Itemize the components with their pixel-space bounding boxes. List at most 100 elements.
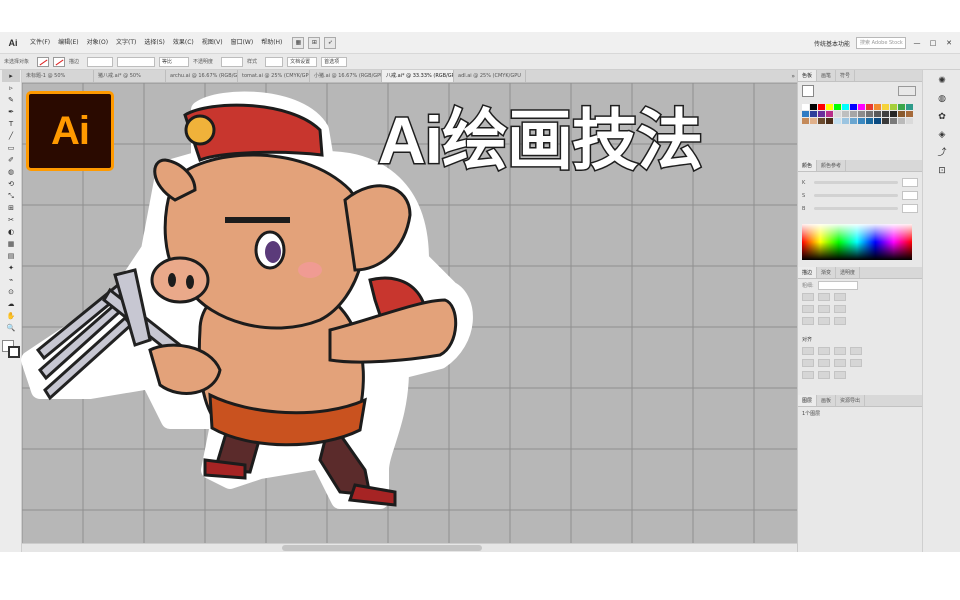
tab-swatches[interactable]: 色板: [798, 70, 818, 81]
swatch[interactable]: [810, 118, 817, 124]
slider-value-input[interactable]: [902, 191, 918, 200]
slider-track[interactable]: [814, 181, 898, 184]
scale-tool-icon[interactable]: ⤡: [2, 190, 20, 202]
swatch[interactable]: [802, 104, 809, 110]
swatch[interactable]: [866, 104, 873, 110]
swatch[interactable]: [818, 104, 825, 110]
graph-tool-icon[interactable]: ⌁: [2, 274, 20, 286]
free-transform-tool-icon[interactable]: ⊞: [2, 202, 20, 214]
mesh-tool-icon[interactable]: ▦: [2, 238, 20, 250]
swatch[interactable]: [882, 104, 889, 110]
direct-selection-tool-icon[interactable]: ▹: [2, 82, 20, 94]
brush-select[interactable]: 等比: [159, 56, 190, 67]
tab-brushes[interactable]: 画笔: [817, 70, 837, 81]
menu-object[interactable]: 对象(O): [83, 32, 112, 54]
slider-value-input[interactable]: [902, 178, 918, 187]
bridge-icon[interactable]: ▦: [292, 36, 305, 49]
tab-color[interactable]: 颜色: [798, 160, 818, 171]
stroke-weight-input[interactable]: [87, 56, 114, 67]
style-select[interactable]: [265, 56, 284, 67]
swatch[interactable]: [842, 111, 849, 117]
tab-transparency[interactable]: 透明度: [836, 267, 861, 278]
tab-color-guide[interactable]: 颜色参考: [817, 160, 847, 171]
doc-tab[interactable]: 小猪.ai @ 16.67% (RGB/GPU: [310, 70, 382, 82]
scroll-thumb[interactable]: [282, 545, 482, 551]
fill-swatch[interactable]: [37, 56, 50, 67]
join-button[interactable]: [834, 305, 846, 313]
cap-button[interactable]: [818, 293, 830, 301]
swatch[interactable]: [834, 111, 841, 117]
align-button[interactable]: [818, 347, 830, 355]
tab-gradient[interactable]: 渐变: [817, 267, 837, 278]
swatch[interactable]: [850, 118, 857, 124]
fill-stroke-indicator[interactable]: [2, 340, 20, 358]
menu-select[interactable]: 选择(S): [140, 32, 169, 54]
tab-stroke[interactable]: 描边: [798, 267, 818, 278]
swatch[interactable]: [866, 111, 873, 117]
join-button[interactable]: [802, 305, 814, 313]
color-slider-k[interactable]: K: [798, 176, 922, 189]
slider-value-input[interactable]: [902, 204, 918, 213]
align-button[interactable]: [834, 359, 846, 367]
swatch[interactable]: [882, 118, 889, 124]
swatch[interactable]: [882, 111, 889, 117]
align-button[interactable]: [818, 359, 830, 367]
preferences-button[interactable]: 首选项: [321, 56, 348, 67]
rotate-tool-icon[interactable]: ⟲: [2, 178, 20, 190]
swatch[interactable]: [810, 104, 817, 110]
stroke-swatch[interactable]: [53, 56, 66, 67]
align-button[interactable]: [818, 371, 830, 379]
blob-brush-tool-icon[interactable]: ◍: [2, 166, 20, 178]
align-button[interactable]: [802, 359, 814, 367]
menu-edit[interactable]: 编辑(E): [54, 32, 82, 54]
align-button[interactable]: [802, 347, 814, 355]
artboards-icon[interactable]: ⊡: [935, 164, 949, 178]
menu-effect[interactable]: 效果(C): [169, 32, 198, 54]
align-button[interactable]: [802, 371, 814, 379]
swatch[interactable]: [802, 111, 809, 117]
swatch[interactable]: [874, 104, 881, 110]
align-stroke-button[interactable]: [802, 317, 814, 325]
swatch[interactable]: [858, 104, 865, 110]
slider-track[interactable]: [814, 194, 898, 197]
align-button[interactable]: [834, 347, 846, 355]
color-panel-icon[interactable]: ✺: [935, 74, 949, 88]
swatch-view-icon[interactable]: [898, 86, 916, 96]
swatch[interactable]: [874, 111, 881, 117]
swatch[interactable]: [826, 118, 833, 124]
swatch[interactable]: [890, 118, 897, 124]
join-button[interactable]: [818, 305, 830, 313]
swatch[interactable]: [842, 118, 849, 124]
stroke-weight-field[interactable]: [817, 280, 858, 290]
swatch[interactable]: [834, 118, 841, 124]
line-tool-icon[interactable]: ╱: [2, 130, 20, 142]
maximize-button[interactable]: □: [928, 38, 938, 48]
swatch[interactable]: [858, 111, 865, 117]
align-stroke-button[interactable]: [834, 317, 846, 325]
swatch[interactable]: [858, 118, 865, 124]
magic-wand-tool-icon[interactable]: ✎: [2, 94, 20, 106]
layers-icon[interactable]: ◈: [935, 128, 949, 142]
swatch[interactable]: [842, 104, 849, 110]
hand-tool-icon[interactable]: ✋: [2, 310, 20, 322]
pen-tool-icon[interactable]: ✒: [2, 106, 20, 118]
swatch[interactable]: [826, 104, 833, 110]
rectangle-tool-icon[interactable]: ▭: [2, 142, 20, 154]
stroke-box[interactable]: [8, 346, 20, 358]
slice-tool-icon[interactable]: ☁: [2, 298, 20, 310]
swatch[interactable]: [866, 118, 873, 124]
horizontal-scrollbar[interactable]: [22, 543, 797, 552]
color-guide-icon[interactable]: ◍: [935, 92, 949, 106]
swatch[interactable]: [898, 111, 905, 117]
cap-button[interactable]: [834, 293, 846, 301]
tab-symbols[interactable]: 符号: [836, 70, 856, 81]
swatch[interactable]: [906, 118, 913, 124]
swatch[interactable]: [898, 104, 905, 110]
menu-file[interactable]: 文件(F): [26, 32, 54, 54]
align-button[interactable]: [834, 371, 846, 379]
swatch[interactable]: [850, 111, 857, 117]
tab-artboards[interactable]: 画板: [817, 395, 837, 406]
close-button[interactable]: ✕: [944, 38, 954, 48]
opacity-input[interactable]: [221, 56, 244, 67]
workspace-switcher[interactable]: 传统基本功能: [814, 39, 850, 48]
